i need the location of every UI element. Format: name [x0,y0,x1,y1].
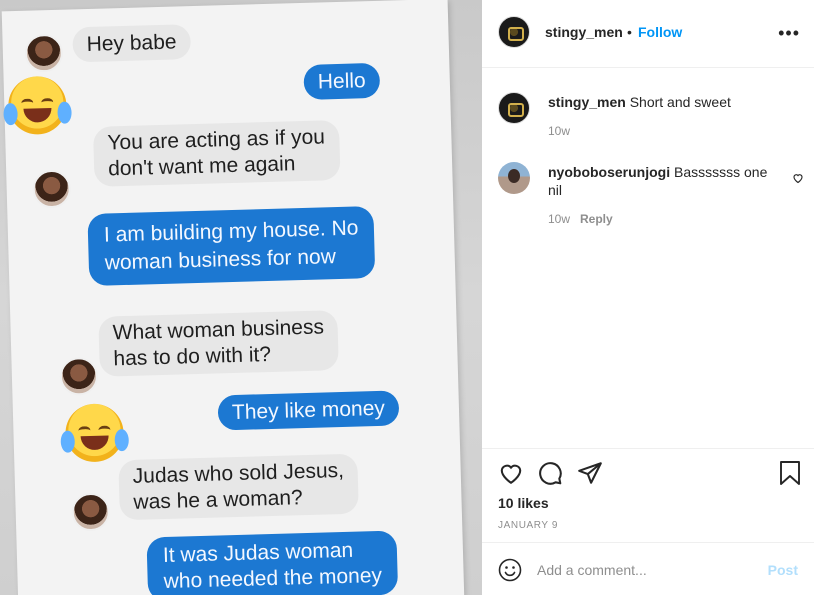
like-comment-heart-icon[interactable] [792,172,804,184]
follow-button[interactable]: Follow [638,24,682,40]
comment-age: 10w [548,212,571,226]
comment: nyoboboserunjogi Basssssss one nil [548,163,770,199]
header-username[interactable]: stingy_men [545,24,623,40]
likes-count[interactable]: 10 likes [498,495,549,511]
chat-bubble-outgoing: They like money [217,390,400,431]
more-options-icon[interactable]: ••• [778,23,800,44]
comment-username[interactable]: nyoboboserunjogi [548,164,670,180]
post-photo[interactable]: Hey babe Hello You are acting as if you d… [0,0,482,595]
post-date: JANUARY 9 [498,520,559,531]
profile-avatar[interactable] [498,16,530,48]
chat-bubble-outgoing: It was Judas woman who needed the money [146,530,399,595]
chat-screenshot: Hey babe Hello You are acting as if you d… [1,0,465,595]
chat-avatar [32,169,72,209]
heart-icon[interactable] [498,460,524,486]
chat-bubble-outgoing: I am building my house. No woman business… [87,206,376,287]
chat-bubble-incoming: Judas who sold Jesus, was he a woman? [118,453,360,521]
chat-bubble-outgoing: Hello [303,62,381,100]
caption-avatar[interactable] [498,92,530,124]
face-with-tears-of-joy-icon [60,403,130,463]
chat-avatar [24,33,64,73]
reply-button[interactable]: Reply [580,212,613,226]
chat-avatar [71,492,111,532]
face-with-tears-of-joy-icon [3,75,72,136]
chat-bubble-incoming: What woman business has to do with it? [98,310,340,377]
post-sidebar: stingy_men • Follow ••• stingy_men Short… [482,0,814,595]
add-comment-input[interactable]: Add a comment... [537,562,647,578]
comment-icon[interactable] [537,460,563,486]
post-button[interactable]: Post [768,562,798,578]
add-comment-bar: Add a comment... Post [482,542,814,595]
chat-avatar [59,356,99,396]
header-separator: • [627,24,632,40]
caption-text: Short and sweet [629,94,731,110]
caption-username[interactable]: stingy_men [548,94,626,110]
chat-bubble-incoming: Hey babe [72,24,192,63]
caption-age: 10w [548,124,571,138]
share-icon[interactable] [577,460,603,486]
smiley-icon[interactable] [498,558,522,582]
bookmark-icon[interactable] [778,460,802,486]
commenter-avatar[interactable] [498,162,530,194]
chat-bubble-incoming: You are acting as if you don't want me ag… [92,119,341,187]
post-header: stingy_men • Follow ••• [482,0,814,68]
caption: stingy_men Short and sweet [548,93,798,111]
action-bar [482,448,814,449]
comment-meta: 10w Reply [548,212,613,226]
